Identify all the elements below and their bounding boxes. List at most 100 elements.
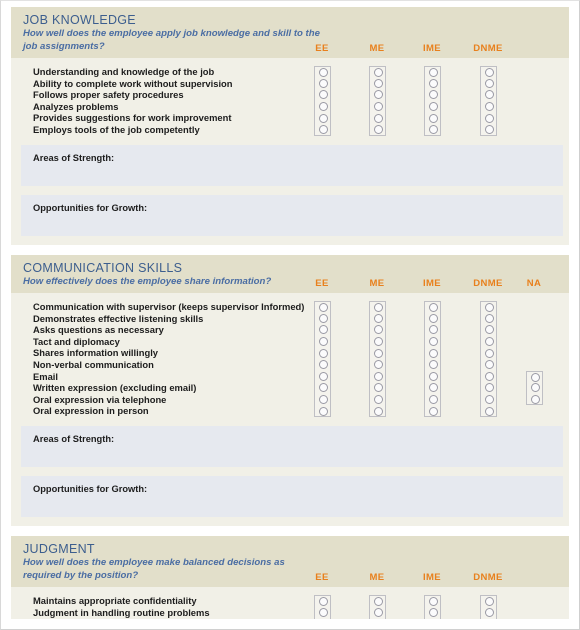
text-entry-area[interactable] — [21, 165, 563, 186]
rating-radio-me[interactable] — [369, 405, 386, 417]
rating-radio-me[interactable] — [369, 359, 386, 371]
rating-radio-ime[interactable] — [424, 370, 441, 383]
rating-radio-dnme[interactable] — [480, 335, 497, 348]
rating-radio-dnme[interactable] — [480, 112, 497, 124]
rating-radio-dnme[interactable] — [480, 405, 497, 417]
rating-radio-me[interactable] — [369, 324, 386, 336]
rating-radio-me[interactable] — [369, 382, 386, 394]
rating-radio-ee[interactable] — [314, 595, 331, 607]
rating-radio-dnme[interactable] — [480, 123, 497, 136]
rating-radio-me[interactable] — [369, 393, 386, 406]
rating-radio-ime[interactable] — [424, 301, 441, 313]
rating-radio-ee[interactable] — [314, 301, 331, 313]
rating-radio-dnme[interactable] — [480, 618, 497, 619]
rating-radio-ime[interactable] — [424, 312, 441, 325]
rating-radio-dnme[interactable] — [480, 77, 497, 90]
radio-column-ee — [314, 595, 331, 619]
text-entry-field[interactable]: Opportunities for Growth: — [21, 476, 563, 497]
rating-radio-na[interactable] — [526, 393, 543, 406]
rating-radio-dnme[interactable] — [480, 382, 497, 394]
rating-radio-ime[interactable] — [424, 66, 441, 78]
rating-radio-na[interactable] — [526, 382, 543, 394]
criteria-list: Maintains appropriate confidentiality Jud… — [33, 595, 333, 619]
rating-radio-ime[interactable] — [424, 100, 441, 113]
rating-radio-ime[interactable] — [424, 359, 441, 371]
rating-column-header-ime: IME — [422, 278, 442, 290]
text-entry-field[interactable]: Opportunities for Growth: — [21, 194, 563, 216]
rating-radio-dnme[interactable] — [480, 301, 497, 313]
rating-radio-ee[interactable] — [314, 324, 331, 336]
rating-radio-ime[interactable] — [424, 123, 441, 136]
rating-radio-ime[interactable] — [424, 335, 441, 348]
rating-radio-dnme[interactable] — [480, 606, 497, 619]
rating-radio-ee[interactable] — [314, 77, 331, 90]
rating-radio-me[interactable] — [369, 347, 386, 360]
rating-radio-me[interactable] — [369, 89, 386, 101]
rating-radio-dnme[interactable] — [480, 100, 497, 113]
rating-radio-me[interactable] — [369, 595, 386, 607]
rating-radio-dnme[interactable] — [480, 347, 497, 360]
rating-radio-ime[interactable] — [424, 382, 441, 394]
rating-radio-me[interactable] — [369, 77, 386, 90]
section-title: COMMUNICATION SKILLS — [23, 260, 183, 275]
rating-radio-ime[interactable] — [424, 89, 441, 101]
rating-radio-ime[interactable] — [424, 324, 441, 336]
rating-radio-ee[interactable] — [314, 89, 331, 101]
rating-radio-ime[interactable] — [424, 606, 441, 619]
rating-radio-dnme[interactable] — [480, 324, 497, 336]
rating-radio-dnme[interactable] — [480, 595, 497, 607]
rating-radio-ee[interactable] — [314, 370, 331, 383]
rating-radio-ee[interactable] — [314, 382, 331, 394]
rating-radio-ee[interactable] — [314, 112, 331, 124]
rating-radio-dnme[interactable] — [480, 393, 497, 406]
text-entry-field[interactable]: Areas of Strength: — [21, 426, 563, 447]
rating-radio-me[interactable] — [369, 100, 386, 113]
rating-radio-dnme[interactable] — [480, 370, 497, 383]
rating-radio-na[interactable] — [526, 370, 543, 383]
radio-column-me — [369, 301, 386, 417]
text-entry-field[interactable]: Areas of Strength: — [21, 144, 563, 166]
rating-radio-ee[interactable] — [314, 335, 331, 348]
rating-radio-dnme[interactable] — [480, 359, 497, 371]
rating-radio-me[interactable] — [369, 370, 386, 383]
rating-radio-ee[interactable] — [314, 123, 331, 136]
rating-radio-ee[interactable] — [314, 347, 331, 360]
radio-column-dnme — [480, 595, 497, 619]
rating-radio-ime[interactable] — [424, 618, 441, 619]
section-body: Maintains appropriate confidentiality Jud… — [11, 587, 569, 619]
criterion-label: Employs tools of the job competently — [33, 123, 200, 135]
rating-radio-me[interactable] — [369, 66, 386, 78]
field-spacer — [11, 467, 569, 476]
rating-radio-me[interactable] — [369, 312, 386, 325]
rating-radio-me[interactable] — [369, 335, 386, 348]
rating-radio-ee[interactable] — [314, 606, 331, 619]
rating-radio-dnme[interactable] — [480, 66, 497, 78]
rating-radio-ee[interactable] — [314, 312, 331, 325]
rating-radio-ime[interactable] — [424, 347, 441, 360]
rating-radio-ee[interactable] — [314, 100, 331, 113]
rating-radio-ee[interactable] — [314, 618, 331, 619]
radio-column-ee — [314, 66, 331, 136]
rating-radio-ime[interactable] — [424, 112, 441, 124]
rating-radio-ime[interactable] — [424, 393, 441, 406]
rating-radio-me[interactable] — [369, 123, 386, 136]
rating-radio-ime[interactable] — [424, 595, 441, 607]
radio-column-ee — [314, 301, 331, 417]
rating-radio-me[interactable] — [369, 618, 386, 619]
text-entry-area[interactable] — [21, 497, 563, 517]
rating-radio-me[interactable] — [369, 301, 386, 313]
rating-radio-me[interactable] — [369, 112, 386, 124]
text-entry-area[interactable] — [21, 215, 563, 236]
rating-radio-ee[interactable] — [314, 393, 331, 406]
rating-radio-dnme[interactable] — [480, 312, 497, 325]
rating-radio-ee[interactable] — [314, 405, 331, 417]
rating-radio-ee[interactable] — [314, 66, 331, 78]
radio-column-me — [369, 595, 386, 619]
rating-radio-me[interactable] — [369, 606, 386, 619]
rating-radio-ee[interactable] — [314, 359, 331, 371]
rating-radio-ime[interactable] — [424, 405, 441, 417]
rating-radio-dnme[interactable] — [480, 89, 497, 101]
rating-column-header-ime: IME — [422, 43, 442, 54]
rating-radio-ime[interactable] — [424, 77, 441, 90]
text-entry-area[interactable] — [21, 447, 563, 467]
